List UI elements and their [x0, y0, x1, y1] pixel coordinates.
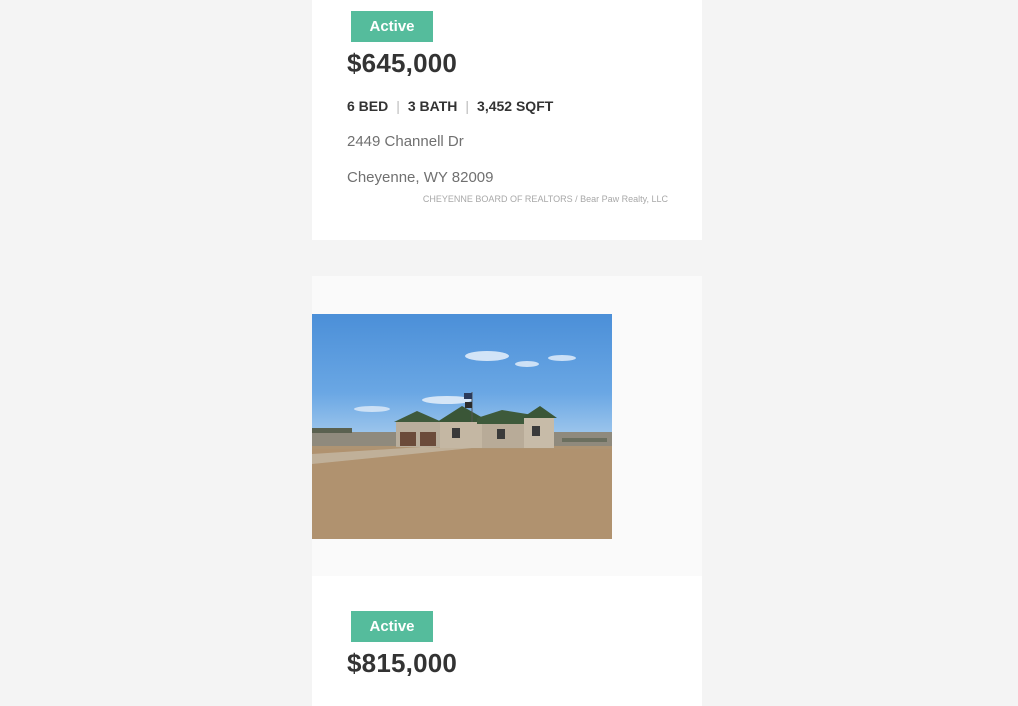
address-line-2: Cheyenne, WY 82009	[347, 169, 494, 186]
house-photo[interactable]	[312, 314, 612, 539]
spec-separator: |	[465, 98, 470, 114]
listing-price: $815,000	[347, 648, 458, 678]
listing-credit: CHEYENNE BOARD OF REALTORS / Bear Paw Re…	[422, 194, 668, 204]
listing-price: $645,000	[347, 48, 458, 78]
status-badge: Active	[351, 11, 433, 42]
listing-specs: 6 BED | 3 BATH | 3,452 SQFT	[347, 97, 553, 115]
spec-separator: |	[396, 98, 400, 114]
beds-count: 6 BED	[347, 98, 389, 114]
baths-count: 3 BATH	[407, 98, 458, 114]
house-photo-image	[312, 351, 612, 539]
listing-card[interactable]: Active $645,000 6 BED | 3 BATH | 3,452 SQFT …	[312, 0, 702, 240]
status-badge: Active	[351, 611, 433, 642]
listing-card[interactable]: Active $815,000	[312, 576, 702, 706]
listing-photo-container[interactable]	[312, 276, 702, 576]
sqft-value: 3,452 SQFT	[477, 98, 554, 114]
address-line-1: 2449 Channell Dr	[347, 133, 464, 150]
